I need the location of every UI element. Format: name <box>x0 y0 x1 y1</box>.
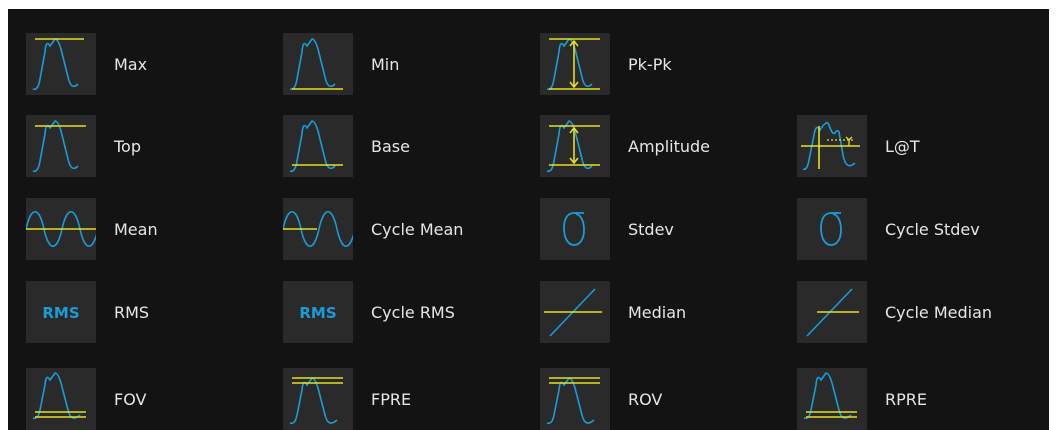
min-icon <box>283 33 353 95</box>
measurement-amplitude[interactable]: Amplitude <box>540 115 710 177</box>
measurement-cycle-median[interactable]: Cycle Median <box>797 281 992 343</box>
measurement-rms[interactable]: RMS RMS <box>26 281 149 343</box>
median-icon <box>540 281 610 343</box>
fpre-icon <box>283 368 353 430</box>
measurement-selection-panel: Max Min Pk-Pk Top Base Amplitude L@T Mea… <box>8 9 1049 430</box>
measurement-base[interactable]: Base <box>283 115 410 177</box>
measurement-rpre[interactable]: RPRE <box>797 368 927 430</box>
measurement-median[interactable]: Median <box>540 281 686 343</box>
measurement-label: Stdev <box>628 219 674 239</box>
stdev-icon <box>540 198 610 260</box>
rov-icon <box>540 368 610 430</box>
measurement-min[interactable]: Min <box>283 33 399 95</box>
measurement-label: RMS <box>114 302 150 322</box>
top-icon <box>26 115 96 177</box>
amplitude-icon <box>540 115 610 177</box>
base-icon <box>283 115 353 177</box>
cycle-mean-icon <box>283 198 353 260</box>
measurement-label: Cycle Mean <box>371 219 464 239</box>
measurement-label: Cycle RMS <box>371 302 455 322</box>
measurement-label: Mean <box>114 219 158 239</box>
measurement-fov[interactable]: FOV <box>26 368 146 430</box>
measurement-top[interactable]: Top <box>26 115 141 177</box>
measurement-label: Amplitude <box>628 136 710 156</box>
measurement-fpre[interactable]: FPRE <box>283 368 411 430</box>
measurement-rov[interactable]: ROV <box>540 368 662 430</box>
measurement-label: Pk-Pk <box>628 54 672 74</box>
measurement-label: Top <box>114 136 141 156</box>
measurement-label: Max <box>114 54 148 74</box>
measurement-label: Cycle Stdev <box>885 219 980 239</box>
measurement-label: Median <box>628 302 687 322</box>
measurement-cycle-stdev[interactable]: Cycle Stdev <box>797 198 980 260</box>
measurement-stdev[interactable]: Stdev <box>540 198 674 260</box>
measurement-mean[interactable]: Mean <box>26 198 158 260</box>
pk-pk-icon <box>540 33 610 95</box>
rpre-icon <box>797 368 867 430</box>
measurement-label: ROV <box>628 389 663 409</box>
measurement-cycle-rms[interactable]: RMS Cycle RMS <box>283 281 455 343</box>
measurement-label: FPRE <box>371 389 412 409</box>
fov-icon <box>26 368 96 430</box>
measurement-label: FOV <box>114 389 147 409</box>
measurement-max[interactable]: Max <box>26 33 147 95</box>
max-icon <box>26 33 96 95</box>
rms-icon: RMS <box>26 281 96 343</box>
measurement-label: Base <box>371 136 410 156</box>
measurement-label: RPRE <box>885 389 927 409</box>
cycle-rms-icon-text: RMS <box>299 304 336 322</box>
mean-icon <box>26 198 96 260</box>
measurement-cycle-mean[interactable]: Cycle Mean <box>283 198 463 260</box>
cycle-stdev-icon <box>797 198 867 260</box>
cycle-median-icon <box>797 281 867 343</box>
measurement-label: L@T <box>885 136 920 156</box>
cycle-rms-icon: RMS <box>283 281 353 343</box>
measurement-l-at-t[interactable]: L@T <box>797 115 920 177</box>
measurement-label: Min <box>371 54 400 74</box>
measurement-pk-pk[interactable]: Pk-Pk <box>540 33 672 95</box>
measurement-label: Cycle Median <box>885 302 993 322</box>
rms-icon-text: RMS <box>42 304 79 322</box>
level-at-time-icon <box>797 115 867 177</box>
